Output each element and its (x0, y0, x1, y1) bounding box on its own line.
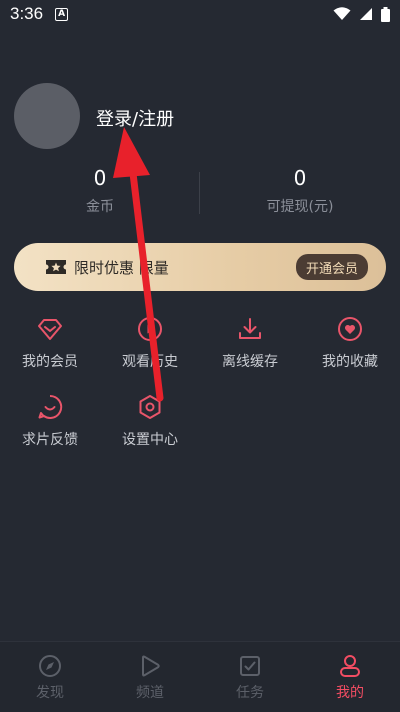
signal-icon (360, 8, 372, 20)
withdrawable-value: 0 (293, 166, 307, 190)
grid-label: 离线缓存 (222, 354, 278, 370)
nav-channels[interactable]: 频道 (100, 654, 200, 702)
play-icon (142, 655, 160, 677)
grid-label: 求片反馈 (22, 432, 78, 448)
compass-icon (39, 655, 61, 677)
withdrawable-label: 可提现(元) (266, 199, 334, 215)
nav-label: 发现 (36, 685, 64, 701)
grid-item-favorites[interactable]: 我的收藏 (300, 316, 400, 371)
feedback-icon (38, 394, 63, 419)
coins-value: 0 (93, 166, 107, 190)
nav-label: 任务 (236, 685, 264, 701)
bottom-nav: 发现 频道 任务 我的 (0, 641, 400, 712)
grid-item-settings[interactable]: 设置中心 (100, 394, 200, 449)
grid-label: 我的收藏 (322, 354, 378, 370)
nav-discover[interactable]: 发现 (0, 654, 100, 702)
nav-mine[interactable]: 我的 (300, 654, 400, 702)
status-bar: 3:36 A (0, 0, 400, 28)
vip-promo-text: 限时优惠 限量 (74, 258, 169, 277)
user-icon (340, 655, 360, 677)
status-icons (333, 6, 390, 22)
play-circle-icon (138, 317, 162, 341)
grid-label: 设置中心 (122, 432, 178, 448)
nav-label: 我的 (336, 685, 364, 701)
wifi-icon (333, 7, 351, 20)
vip-banner[interactable]: 限时优惠 限量 开通会员 (14, 243, 386, 291)
battery-icon (381, 6, 390, 22)
grid-item-membership[interactable]: 我的会员 (0, 316, 100, 371)
nav-label: 频道 (136, 685, 164, 701)
status-time: 3:36 (10, 4, 44, 23)
notification-a-icon: A (55, 7, 69, 21)
nav-tasks[interactable]: 任务 (200, 654, 300, 702)
open-vip-button[interactable]: 开通会员 (295, 254, 368, 280)
grid-label: 我的会员 (22, 354, 78, 370)
coins-label: 金币 (86, 199, 114, 215)
grid-item-offline-cache[interactable]: 离线缓存 (200, 316, 300, 371)
login-register-link[interactable]: 登录/注册 (96, 105, 174, 131)
avatar[interactable] (14, 83, 80, 149)
coins-stat[interactable]: 0 金币 (0, 166, 200, 216)
diamond-icon (38, 319, 62, 340)
heart-icon (338, 317, 362, 341)
download-icon (239, 318, 261, 339)
task-icon (240, 656, 260, 676)
ticket-star-icon (46, 260, 66, 274)
settings-hexagon-icon (139, 395, 161, 419)
grid-item-feedback[interactable]: 求片反馈 (0, 394, 100, 449)
grid-item-history[interactable]: 观看历史 (100, 316, 200, 371)
withdrawable-stat[interactable]: 0 可提现(元) (200, 166, 400, 216)
grid-label: 观看历史 (122, 354, 178, 370)
